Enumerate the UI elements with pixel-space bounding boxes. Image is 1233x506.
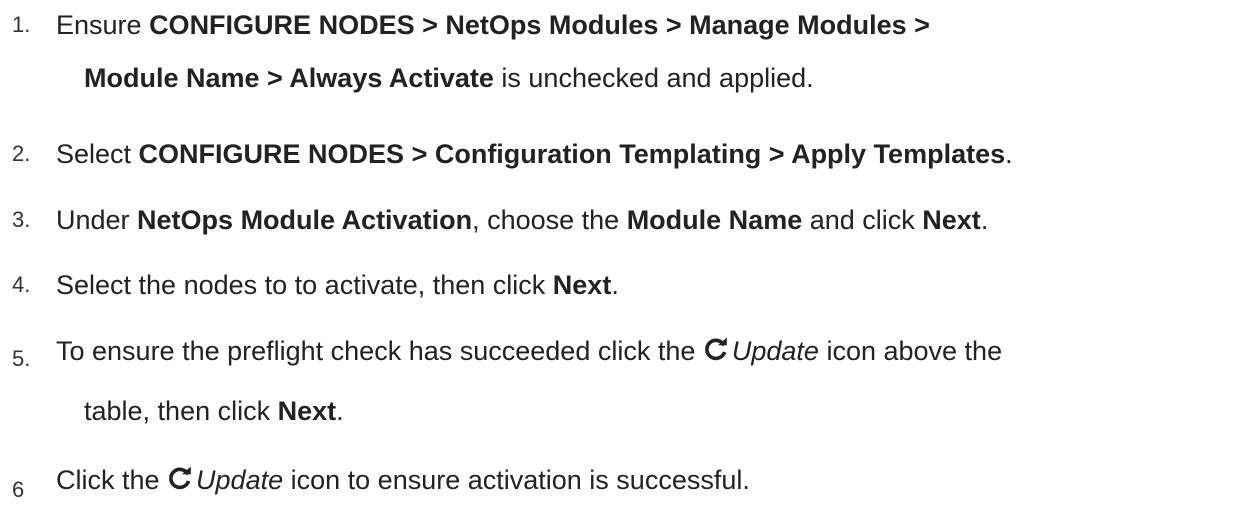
list-item-5-continuation: table, then click Next. [84, 396, 344, 426]
step-number: 4. [12, 272, 31, 297]
list-item-1-continuation: Module Name > Always Activate is uncheck… [84, 63, 814, 93]
step-text: Click the Update icon to ensure activati… [56, 465, 750, 495]
step-text: Select the nodes to to activate, then cl… [56, 270, 619, 300]
step-number: 5. [12, 346, 31, 371]
refresh-icon [703, 336, 729, 362]
refresh-icon [167, 465, 193, 491]
step-number: 2. [12, 141, 31, 166]
step-text: To ensure the preflight check has succee… [56, 336, 1003, 366]
step-number: 6 [12, 477, 25, 502]
step-number: 3. [12, 207, 31, 232]
step-number: 1. [12, 12, 31, 37]
update-label: Update [731, 336, 819, 366]
step-text: Ensure CONFIGURE NODES > NetOps Modules … [56, 10, 930, 40]
step-text: Under NetOps Module Activation, choose t… [56, 205, 989, 235]
update-label: Update [196, 465, 284, 495]
step-text: Select CONFIGURE NODES > Configuration T… [56, 139, 1013, 169]
